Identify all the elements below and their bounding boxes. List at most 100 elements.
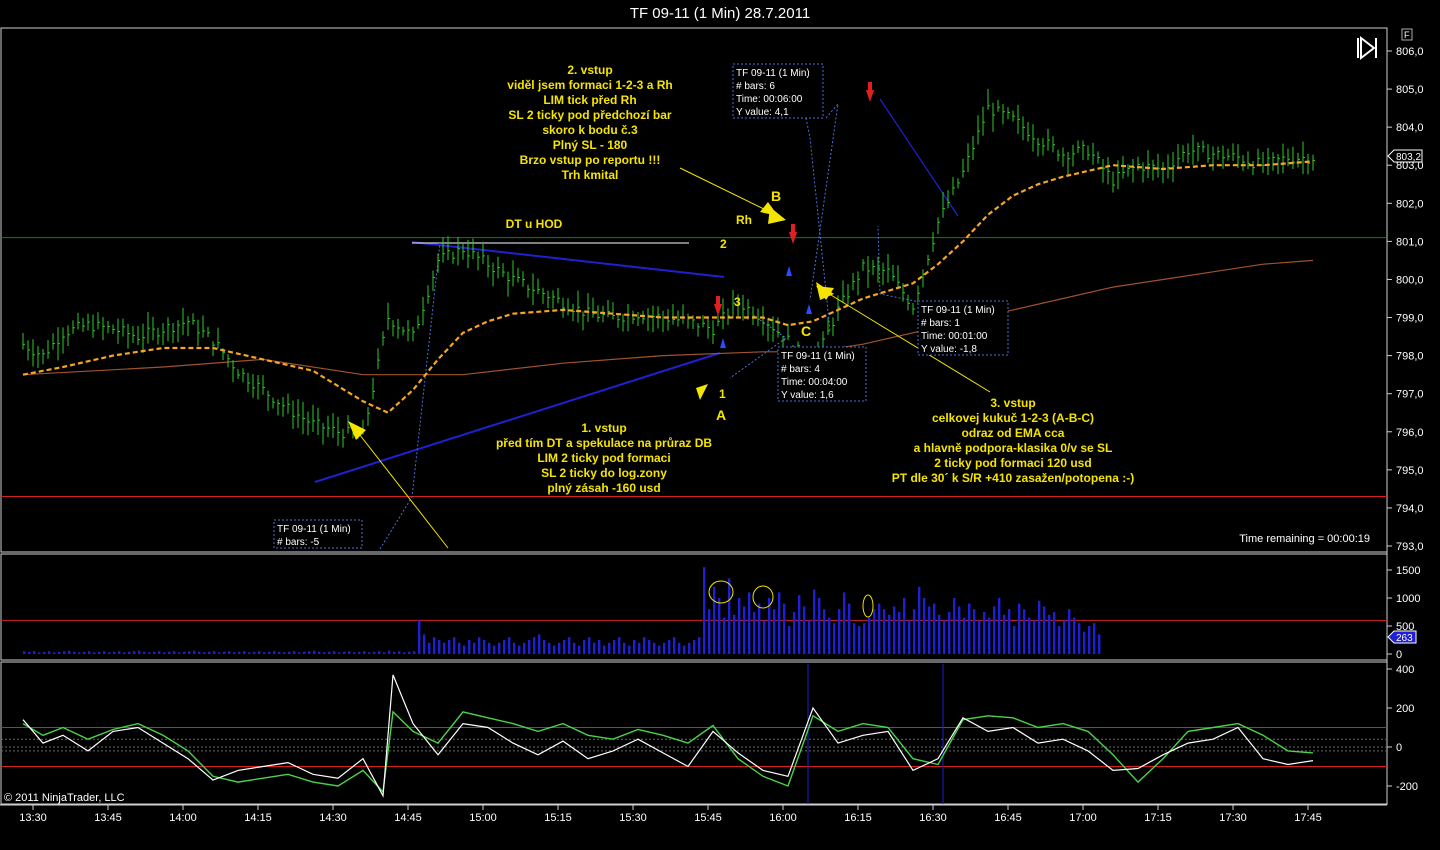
volume-bar [638,642,641,654]
volume-bar [563,640,566,654]
note-line: 2. vstup [567,63,612,77]
volume-bar [343,651,346,654]
volume-bar [1008,609,1011,654]
volume-bar [1038,600,1041,654]
volume-bar [208,651,211,654]
volume-bar [213,651,216,654]
volume-bar [918,586,921,654]
price-tick-label: 802,0 [1396,198,1424,210]
volume-bar [853,623,856,654]
note-line: viděl jsem formaci 1-2-3 a Rh [507,78,672,92]
volume-bar [543,640,546,654]
volume-bar [473,642,476,654]
play-icon[interactable] [1357,35,1377,61]
label-A: A [716,407,726,423]
volume-bar [953,598,956,654]
volume-bar [463,645,466,654]
volume-bar [803,606,806,654]
price-axis: 806,0805,0804,0803,0802,0801,0800,0799,0… [1387,46,1424,553]
volume-bar [118,651,121,654]
volume-tick-label: 1000 [1396,593,1420,605]
measure-line-1[interactable] [379,242,441,550]
volume-bar [983,612,986,654]
volume-bar [698,637,701,654]
volume-bar [848,603,851,654]
volume-bar [583,640,586,654]
volume-bars [23,567,1101,654]
label-B: B [771,188,781,204]
volume-bar [448,640,451,654]
note-line: LIM tick před Rh [543,93,636,107]
volume-bar [988,617,991,654]
volume-bar [388,650,391,654]
time-tick-label: 14:45 [394,812,422,824]
volume-bar [298,652,301,654]
volume-bar [823,609,826,654]
volume-bar [48,651,51,654]
time-tick-label: 17:30 [1219,812,1247,824]
info-box-line: # bars: 4 [781,364,820,375]
volume-bar [928,606,931,654]
volume-bar [753,612,756,654]
volume-bar [568,637,571,654]
time-tick-label: 14:15 [244,812,272,824]
trendline-upper[interactable] [411,241,725,278]
volume-bar [513,642,516,654]
volume-bar [963,617,966,654]
price-tick-label: 794,0 [1396,503,1424,515]
volume-bar [413,651,416,654]
info-box-line: TF 09-11 (1 Min) [921,305,995,316]
volume-bar [338,652,341,654]
label-C: C [801,323,811,339]
exit-arrow-2 [786,266,792,276]
note-line: odraz od EMA cca [962,426,1065,440]
info-box-line: TF 09-11 (1 Min) [736,68,810,79]
volume-bar [73,651,76,654]
chart-canvas[interactable]: 806,0805,0804,0803,0802,0801,0800,0799,0… [0,0,1440,850]
volume-bar [158,651,161,654]
volume-bar [33,651,36,654]
note-line: plný zásah -160 usd [547,481,660,495]
price-tick-label: 805,0 [1396,84,1424,96]
volume-bar [883,609,886,654]
volume-bar [153,651,156,654]
volume-bar [508,637,511,654]
time-tick-label: 15:45 [694,812,722,824]
volume-bar [28,651,31,654]
volume-bar [733,614,736,654]
volume-bar [243,651,246,654]
volume-bar [743,606,746,654]
volume-bar [748,592,751,654]
time-tick-label: 17:45 [1294,812,1322,824]
last-volume-marker: 263 [1387,630,1417,644]
entry-arrow-3 [866,90,874,102]
price-tick-label: 796,0 [1396,427,1424,439]
volume-bar [578,645,581,654]
volume-bar [493,645,496,654]
label-3: 3 [734,295,741,309]
volume-bar [858,626,861,654]
f-button-label: F [1404,30,1410,40]
volume-bar [758,603,761,654]
info-box-line: Time: 00:01:00 [921,331,988,342]
time-tick-label: 15:00 [469,812,497,824]
volume-bar [108,652,111,654]
note-line: 2 ticky pod formaci 120 usd [934,456,1091,470]
info-box-line: TF 09-11 (1 Min) [781,351,855,362]
exit-arrow-3 [806,304,812,314]
volume-bar [1048,614,1051,654]
volume-bar [973,609,976,654]
price-tick-label: 795,0 [1396,465,1424,477]
volume-bar [553,645,556,654]
volume-bar [648,640,651,654]
volume-bar [608,642,611,654]
note-line: Trh kmital [562,168,619,182]
volume-bar [1078,623,1081,654]
entry-arrow-2-stem [791,224,795,232]
trendline-right[interactable] [879,98,959,217]
volume-bar [718,598,721,654]
volume-bar [538,634,541,654]
price-tick-label: 798,0 [1396,351,1424,363]
volume-bar [993,606,996,654]
volume-bar [53,652,56,654]
